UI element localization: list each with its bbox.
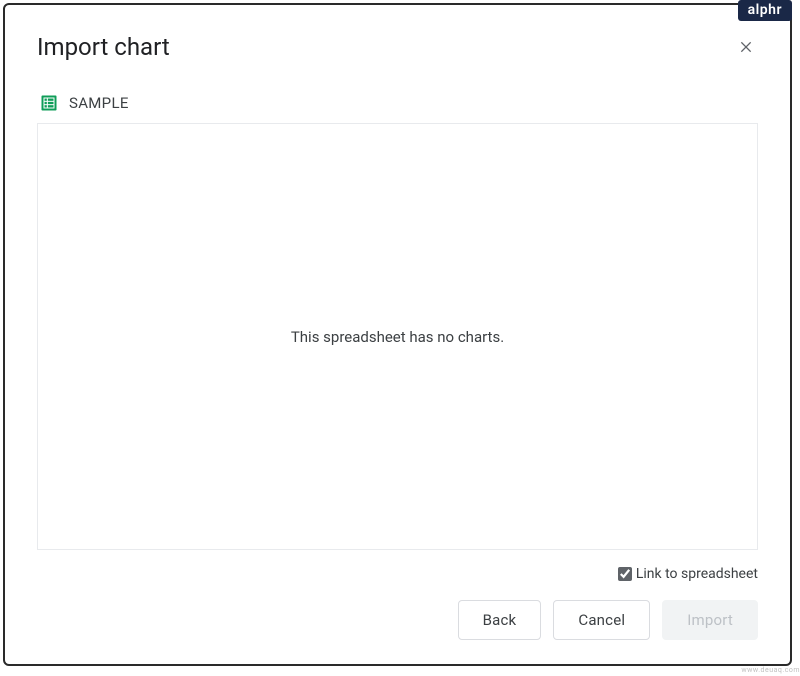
empty-state-message: This spreadsheet has no charts. bbox=[291, 328, 504, 346]
alphr-badge: alphr bbox=[738, 0, 792, 21]
cancel-button[interactable]: Cancel bbox=[553, 600, 650, 640]
import-button: Import bbox=[662, 600, 758, 640]
spreadsheet-name: SAMPLE bbox=[69, 94, 129, 112]
dialog-frame: Import chart SAMPLE This bbox=[3, 3, 792, 666]
dialog-header: Import chart bbox=[37, 33, 758, 61]
link-to-spreadsheet-label[interactable]: Link to spreadsheet bbox=[636, 566, 758, 582]
back-button[interactable]: Back bbox=[458, 600, 542, 640]
chart-preview-area: This spreadsheet has no charts. bbox=[37, 123, 758, 550]
link-to-spreadsheet-checkbox[interactable] bbox=[618, 567, 632, 581]
sheets-icon bbox=[39, 93, 59, 113]
watermark: www.deuaq.com bbox=[741, 666, 800, 674]
spreadsheet-selector[interactable]: SAMPLE bbox=[37, 93, 758, 113]
dialog-actions: Back Cancel Import bbox=[37, 600, 758, 640]
close-icon bbox=[738, 39, 754, 55]
dialog-title: Import chart bbox=[37, 33, 170, 61]
close-button[interactable] bbox=[734, 35, 758, 59]
import-chart-dialog: Import chart SAMPLE This bbox=[5, 5, 790, 664]
link-option-row: Link to spreadsheet bbox=[37, 566, 758, 582]
